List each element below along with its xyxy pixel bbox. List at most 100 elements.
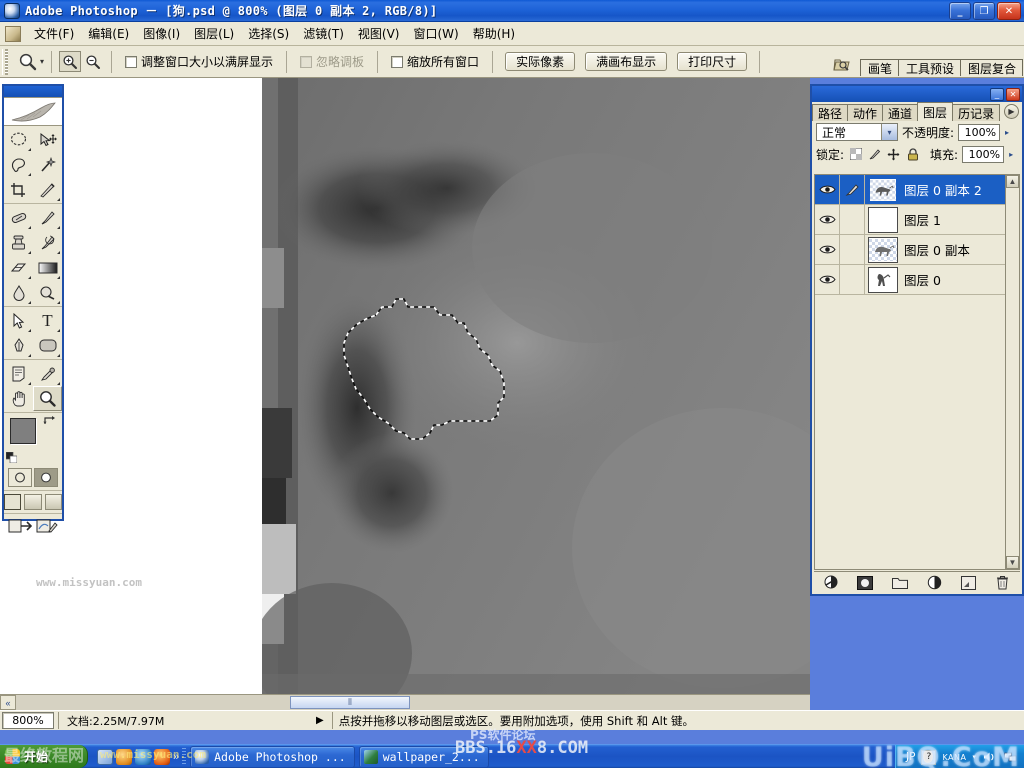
fit-on-screen-button[interactable]: 满画布显示 xyxy=(585,52,668,71)
start-button[interactable]: 开始 xyxy=(0,745,88,768)
healing-brush-tool[interactable] xyxy=(4,205,33,230)
actual-pixels-button[interactable]: 实际像素 xyxy=(505,52,576,71)
document-icon[interactable] xyxy=(5,25,21,42)
close-button[interactable]: ✕ xyxy=(997,2,1021,20)
checkbox-box[interactable] xyxy=(125,55,138,68)
layer-name[interactable]: 图层 0 副本 2 xyxy=(904,180,982,199)
opacity-field[interactable]: 100% xyxy=(958,123,1001,141)
layer-name[interactable]: 图层 1 xyxy=(904,210,941,229)
layer-mask-icon[interactable] xyxy=(855,574,875,592)
well-tab-layer-comps[interactable]: 图层复合 xyxy=(959,59,1023,76)
tool-preset-dropdown-arrow[interactable]: ▾ xyxy=(40,57,44,66)
eye-visibility-icon[interactable] xyxy=(815,235,840,264)
layer-style-icon[interactable] xyxy=(821,574,841,592)
tab-actions[interactable]: 动作 xyxy=(847,104,884,121)
chevron-down-icon[interactable]: ▾ xyxy=(881,124,897,140)
eraser-tool[interactable] xyxy=(4,255,33,280)
blend-mode-select[interactable]: 正常 ▾ xyxy=(816,123,898,141)
menu-layer[interactable]: 图层(L) xyxy=(187,22,241,45)
eyedropper-tool[interactable] xyxy=(33,361,62,386)
menu-window[interactable]: 窗口(W) xyxy=(406,22,465,45)
scroll-left-button[interactable]: « xyxy=(0,695,16,710)
scroll-thumb[interactable]: ⦀ xyxy=(290,696,410,709)
tab-history[interactable]: 历记录 xyxy=(952,104,1001,121)
lock-transparent-pixels-icon[interactable] xyxy=(848,147,863,162)
media-player-icon[interactable] xyxy=(135,748,151,765)
table-row[interactable]: 图层 1 xyxy=(815,205,1008,235)
notes-tool[interactable] xyxy=(4,361,33,386)
shape-tool[interactable] xyxy=(33,333,62,358)
resize-windows-to-fit-checkbox[interactable]: 调整窗口大小以满屏显示 xyxy=(119,53,279,70)
well-tab-brushes[interactable]: 画笔 xyxy=(859,59,899,76)
type-tool[interactable]: T xyxy=(33,308,62,333)
layer-list[interactable]: 图层 0 副本 2 图层 1 图层 0 副本 图层 0 xyxy=(814,174,1008,570)
layer-link-cell[interactable] xyxy=(840,265,865,294)
crop-tool[interactable] xyxy=(4,177,33,202)
clone-stamp-tool[interactable] xyxy=(4,230,33,255)
hand-tool[interactable] xyxy=(4,386,33,411)
layer-link-cell[interactable] xyxy=(840,205,865,234)
palette-close-button[interactable]: ✕ xyxy=(1006,87,1020,101)
ie-browser-icon[interactable] xyxy=(116,748,132,765)
horizontal-scrollbar[interactable]: « ⦀ xyxy=(0,694,810,710)
full-screen-mode[interactable] xyxy=(44,494,62,510)
quick-mask-mode[interactable] xyxy=(34,468,58,487)
standard-screen-mode[interactable] xyxy=(4,494,22,510)
swap-colors-icon[interactable] xyxy=(43,415,56,431)
layer-thumbnail[interactable] xyxy=(868,176,898,203)
zoom-tool[interactable] xyxy=(33,386,62,411)
ime-language-label[interactable]: JP xyxy=(906,751,915,763)
checkbox-box[interactable] xyxy=(391,55,404,68)
opacity-slider-arrow[interactable]: ▸ xyxy=(1004,128,1009,137)
network-icon[interactable] xyxy=(1003,750,1018,765)
fill-slider-arrow[interactable]: ▸ xyxy=(1008,150,1013,159)
minimize-button[interactable]: _ xyxy=(949,2,971,20)
eye-visibility-icon[interactable] xyxy=(815,205,840,234)
zoom-level-field[interactable]: 800% xyxy=(2,712,54,729)
table-row[interactable]: 图层 0 副本 2 xyxy=(815,175,1008,205)
menu-help[interactable]: 帮助(H) xyxy=(466,22,522,45)
jump-to-editor-icon[interactable] xyxy=(36,518,58,537)
tab-channels[interactable]: 通道 xyxy=(882,104,919,121)
tab-paths[interactable]: 路径 xyxy=(812,104,849,121)
foreground-color-swatch[interactable] xyxy=(10,418,36,444)
default-colors-icon[interactable] xyxy=(5,451,18,464)
full-screen-with-menubar-mode[interactable] xyxy=(24,494,42,510)
eye-visibility-icon[interactable] xyxy=(815,175,840,204)
zoom-tool-icon[interactable] xyxy=(16,51,38,73)
history-brush-tool[interactable] xyxy=(33,230,62,255)
blur-tool[interactable] xyxy=(4,280,33,305)
path-selection-tool[interactable] xyxy=(4,308,33,333)
layers-vertical-scrollbar[interactable]: ▲ ▼ xyxy=(1005,174,1020,570)
fill-field[interactable]: 100% xyxy=(962,145,1005,163)
scroll-up-button[interactable]: ▲ xyxy=(1006,175,1019,188)
ime-mode-icon[interactable]: ? xyxy=(921,749,937,765)
active-layer-brush-icon[interactable] xyxy=(840,175,865,204)
marquee-tool[interactable] xyxy=(4,127,33,152)
menu-view[interactable]: 视图(V) xyxy=(351,22,407,45)
table-row[interactable]: 图层 0 xyxy=(815,265,1008,295)
slice-tool[interactable] xyxy=(33,177,62,202)
menu-edit[interactable]: 编辑(E) xyxy=(81,22,136,45)
gradient-tool[interactable] xyxy=(33,255,62,280)
zoom-out-icon[interactable] xyxy=(82,51,104,72)
dodge-tool[interactable] xyxy=(33,280,62,305)
brush-tool[interactable] xyxy=(33,205,62,230)
layer-name[interactable]: 图层 0 xyxy=(904,270,941,289)
layer-name[interactable]: 图层 0 副本 xyxy=(904,240,970,259)
delete-layer-icon[interactable] xyxy=(993,574,1013,592)
eye-visibility-icon[interactable] xyxy=(815,265,840,294)
menu-file[interactable]: 文件(F) xyxy=(27,22,81,45)
lock-image-pixels-icon[interactable] xyxy=(867,147,882,162)
layer-link-cell[interactable] xyxy=(840,235,865,264)
toolbox-title-bar[interactable] xyxy=(4,86,62,98)
pen-tool[interactable] xyxy=(4,333,33,358)
table-row[interactable]: 图层 0 副本 xyxy=(815,235,1008,265)
menu-filter[interactable]: 滤镜(T) xyxy=(296,22,351,45)
document-canvas-window[interactable]: www.missyuan.com xyxy=(0,78,810,694)
layer-thumbnail[interactable] xyxy=(868,236,898,263)
tab-layers[interactable]: 图层 xyxy=(917,102,954,121)
jump-to-imageready-icon[interactable] xyxy=(8,518,33,537)
palette-minimize-button[interactable]: _ xyxy=(990,87,1004,101)
magic-wand-tool[interactable] xyxy=(33,152,62,177)
